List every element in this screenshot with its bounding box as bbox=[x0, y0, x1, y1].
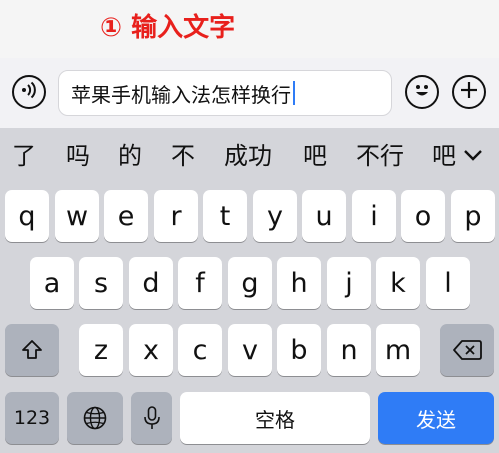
number-mode-key[interactable]: 123 bbox=[5, 392, 59, 444]
key-l[interactable]: l bbox=[426, 257, 470, 309]
emoji-button[interactable] bbox=[405, 75, 439, 109]
text-caret bbox=[293, 81, 295, 105]
key-e[interactable]: e bbox=[104, 190, 148, 242]
delete-key[interactable] bbox=[440, 324, 494, 376]
shift-key[interactable] bbox=[5, 324, 59, 376]
top-banner: ① 输入文字 bbox=[0, 0, 499, 58]
key-h[interactable]: h bbox=[277, 257, 321, 309]
globe-key[interactable] bbox=[67, 392, 123, 444]
key-b[interactable]: b bbox=[277, 324, 321, 376]
key-s[interactable]: s bbox=[79, 257, 123, 309]
voice-button[interactable] bbox=[12, 75, 46, 109]
candidate-item[interactable]: 不 bbox=[171, 140, 195, 172]
candidate-bar: 了 吗 的 不 成功 吧 不行 吧 bbox=[0, 128, 499, 184]
microphone-key[interactable] bbox=[131, 392, 172, 444]
key-k[interactable]: k bbox=[376, 257, 420, 309]
globe-icon bbox=[83, 406, 107, 430]
keyboard: 了 吗 的 不 成功 吧 不行 吧 q w e r t y u i o p a … bbox=[0, 128, 499, 453]
send-key[interactable]: 发送 bbox=[378, 392, 494, 444]
key-x[interactable]: x bbox=[129, 324, 173, 376]
step-title: ① 输入文字 bbox=[100, 13, 236, 43]
key-o[interactable]: o bbox=[401, 190, 445, 242]
key-j[interactable]: j bbox=[327, 257, 371, 309]
key-u[interactable]: u bbox=[302, 190, 346, 242]
candidate-item[interactable]: 的 bbox=[118, 140, 142, 172]
key-m[interactable]: m bbox=[376, 324, 420, 376]
plus-icon bbox=[458, 79, 480, 105]
key-t[interactable]: t bbox=[203, 190, 247, 242]
candidate-item[interactable]: 吧 bbox=[303, 140, 327, 172]
add-button[interactable] bbox=[452, 75, 486, 109]
key-n[interactable]: n bbox=[327, 324, 371, 376]
expand-candidates-button[interactable] bbox=[458, 140, 488, 170]
message-input[interactable]: 苹果手机输入法怎样换行 bbox=[58, 70, 392, 116]
key-a[interactable]: a bbox=[30, 257, 74, 309]
candidate-item[interactable]: 吗 bbox=[66, 140, 90, 172]
message-text: 苹果手机输入法怎样换行 bbox=[71, 82, 291, 107]
candidate-item[interactable]: 了 bbox=[12, 140, 36, 172]
key-z[interactable]: z bbox=[79, 324, 123, 376]
candidate-item[interactable]: 不行 bbox=[356, 140, 404, 172]
candidate-item[interactable]: 成功 bbox=[224, 140, 272, 172]
key-f[interactable]: f bbox=[178, 257, 222, 309]
chevron-down-icon bbox=[464, 150, 482, 161]
voice-icon bbox=[18, 79, 40, 105]
space-key[interactable]: 空格 bbox=[180, 392, 370, 444]
key-v[interactable]: v bbox=[228, 324, 272, 376]
key-p[interactable]: p bbox=[451, 190, 495, 242]
key-g[interactable]: g bbox=[228, 257, 272, 309]
backspace-icon bbox=[453, 340, 482, 360]
key-i[interactable]: i bbox=[352, 190, 396, 242]
microphone-icon bbox=[143, 406, 160, 429]
key-y[interactable]: y bbox=[253, 190, 297, 242]
emoji-icon bbox=[409, 77, 435, 107]
key-r[interactable]: r bbox=[154, 190, 198, 242]
shift-icon bbox=[22, 340, 42, 359]
key-c[interactable]: c bbox=[178, 324, 222, 376]
candidate-item[interactable]: 吧 bbox=[432, 140, 456, 172]
key-q[interactable]: q bbox=[5, 190, 49, 242]
key-w[interactable]: w bbox=[55, 190, 99, 242]
key-d[interactable]: d bbox=[129, 257, 173, 309]
